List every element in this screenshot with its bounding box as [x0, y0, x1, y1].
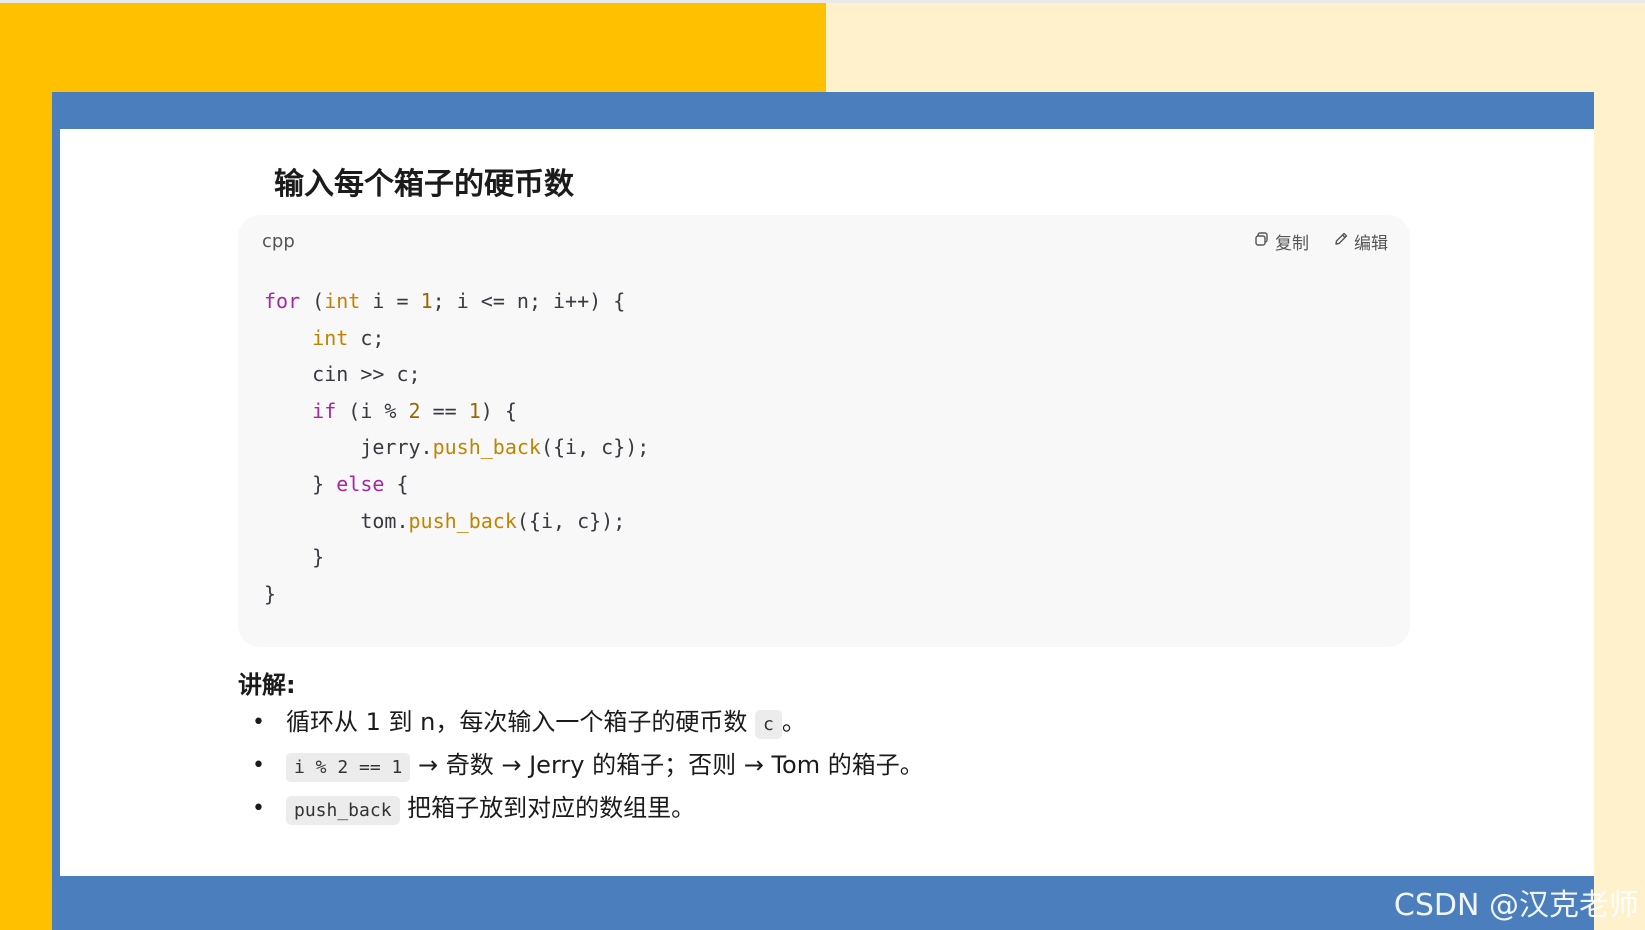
pencil-icon: [1333, 231, 1349, 252]
code-content: for (int i = 1; i <= n; i++) { int c; ci…: [264, 283, 649, 612]
slide-content: 输入每个箱子的硬币数 cpp 复制 编辑 for (int i = 1; i <…: [60, 129, 1594, 876]
inline-code: c: [755, 710, 782, 739]
code-line: tom.push_back({i, c});: [360, 508, 626, 533]
edit-label: 编辑: [1354, 234, 1388, 254]
code-line: int c;: [312, 325, 385, 350]
code-line: }: [264, 581, 277, 606]
code-toolbar: 复制 编辑: [1254, 229, 1388, 254]
code-line: cin >> c;: [312, 362, 421, 387]
watermark: CSDN @汉克老师: [1393, 888, 1639, 923]
code-line: jerry.push_back({i, c});: [360, 435, 650, 460]
inline-code: i % 2 == 1: [286, 753, 411, 782]
code-language-label: cpp: [262, 231, 295, 252]
copy-label: 复制: [1275, 234, 1309, 254]
list-item: • push_back 把箱子放到对应的数组里。: [238, 787, 924, 830]
copy-button[interactable]: 复制: [1254, 229, 1309, 254]
list-item: • 循环从 1 到 n，每次输入一个箱子的硬币数 c。: [238, 701, 924, 744]
bullet: •: [252, 796, 265, 821]
code-line: for (int i = 1; i <= n; i++) {: [264, 289, 626, 313]
explanation-heading: 讲解:: [238, 671, 296, 699]
copy-icon: [1254, 231, 1270, 252]
list-item: • i % 2 == 1 → 奇数 → Jerry 的箱子；否则 → Tom 的…: [238, 744, 924, 787]
bullet: •: [252, 753, 265, 778]
edit-button[interactable]: 编辑: [1333, 229, 1388, 254]
code-block: cpp 复制 编辑 for (int i = 1; i <= n; i++) {…: [238, 215, 1410, 647]
code-line: if (i % 2 == 1) {: [312, 398, 517, 423]
inline-code: push_back: [286, 796, 400, 825]
explanation-list: • 循环从 1 到 n，每次输入一个箱子的硬币数 c。 • i % 2 == 1…: [238, 701, 924, 830]
code-line: } else {: [312, 471, 409, 496]
page-title: 输入每个箱子的硬币数: [274, 167, 574, 202]
bullet: •: [252, 710, 265, 735]
code-line: }: [312, 545, 325, 570]
